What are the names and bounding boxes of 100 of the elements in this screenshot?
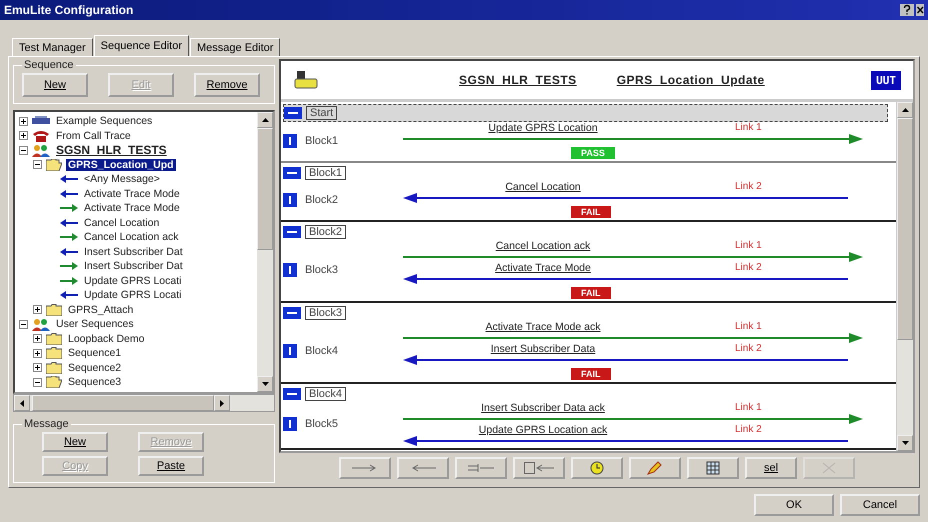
tree-item[interactable]: Insert Subscriber Dat (82, 246, 185, 258)
uut-badge: UUT (871, 70, 901, 90)
block-name: Block1 (305, 134, 338, 146)
left-arrow-icon (410, 464, 436, 472)
tree-item[interactable]: <Any Message> (82, 173, 162, 186)
grid-icon (706, 461, 720, 475)
collapse-icon[interactable] (33, 160, 42, 170)
tree-item[interactable]: From Call Trace (54, 130, 133, 142)
dialog-button[interactable]: Cancel (840, 494, 920, 516)
push-button[interactable]: Paste (138, 456, 204, 476)
link-label: Link 1 (735, 402, 762, 414)
tree-item[interactable]: Sequence3 (66, 376, 124, 388)
link-label: Link 2 (735, 424, 762, 436)
right-arrow-icon (60, 276, 78, 285)
toolbar-button[interactable]: sel (745, 457, 797, 479)
tree-item[interactable]: Sequence2 (66, 362, 124, 374)
message-label: Insert Subscriber Data (490, 343, 596, 355)
scroll-left-icon[interactable] (20, 400, 24, 406)
push-button[interactable]: Remove (194, 73, 260, 97)
block-label: Start (306, 106, 338, 120)
toolbar-button[interactable] (397, 457, 449, 479)
close-icon[interactable] (916, 4, 924, 16)
link-label: Link 1 (735, 122, 762, 134)
dialog-button[interactable]: OK (754, 494, 834, 516)
clock-icon (590, 461, 604, 475)
toolbar-button[interactable] (513, 457, 565, 479)
test-title: GPRS_Location_Update (616, 73, 765, 87)
block-start-icon (284, 107, 302, 119)
info-icon (283, 417, 297, 431)
block-arrow-icon (524, 462, 554, 474)
expand-icon[interactable] (33, 363, 42, 372)
block-label: Block1 (305, 166, 346, 180)
expand-icon[interactable] (33, 305, 42, 314)
tree-item[interactable]: Activate Trace Mode (82, 202, 182, 214)
expand-icon[interactable] (19, 116, 28, 126)
horizontal-scrollbar[interactable] (13, 394, 275, 412)
expand-icon[interactable] (33, 334, 42, 344)
tab[interactable]: Test Manager (12, 38, 93, 56)
tree-item[interactable]: SGSN_HLR_TESTS (54, 143, 169, 158)
left-arrow-icon (60, 190, 78, 198)
collapse-icon[interactable] (19, 146, 28, 155)
right-arrow-icon (60, 233, 78, 242)
toolbar-button[interactable] (629, 457, 681, 479)
sequence-title: SGSN_HLR_TESTS (459, 73, 577, 87)
folder-icon (46, 362, 62, 374)
branch-arrow-icon (468, 463, 494, 473)
toolbar-button[interactable] (455, 457, 507, 479)
message-label: Cancel Location (504, 181, 582, 193)
scroll-down-icon[interactable] (902, 441, 908, 445)
status-badge: FAIL (571, 368, 610, 380)
message-label: Update GPRS Location (487, 122, 599, 134)
block-name: Block2 (305, 194, 338, 206)
vertical-scrollbar[interactable] (257, 112, 273, 392)
scroll-down-icon[interactable] (262, 382, 268, 386)
folder-icon (46, 332, 62, 345)
block-start-icon (283, 167, 301, 179)
push-button[interactable]: New (42, 432, 108, 452)
status-badge: FAIL (571, 287, 610, 299)
push-button[interactable]: New (22, 73, 88, 97)
tree-item[interactable]: Insert Subscriber Dat (82, 260, 185, 272)
toolbar-button[interactable] (571, 457, 623, 479)
scroll-up-icon[interactable] (262, 118, 268, 122)
window-title: EmuLite Configuration (4, 3, 134, 17)
tree-item[interactable]: Sequence1 (66, 347, 124, 360)
scroll-right-icon[interactable] (220, 400, 224, 406)
block-label: Block2 (305, 225, 346, 239)
folder-icon (46, 304, 62, 316)
toolbar-button[interactable] (339, 457, 391, 479)
tree-item[interactable]: User Sequences (54, 318, 136, 330)
tree-item[interactable]: Cancel Location ack (82, 231, 181, 244)
message-label: Activate Trace Mode ack (484, 321, 602, 333)
help-icon[interactable] (900, 4, 914, 16)
tree-item[interactable]: GPRS_Attach (66, 304, 136, 316)
tree-item[interactable]: Loopback Demo (66, 332, 146, 345)
right-arrow-icon (352, 464, 378, 472)
edit-icon (647, 461, 663, 475)
block-start-icon (283, 307, 301, 319)
collapse-icon[interactable] (33, 378, 42, 387)
message-label: Activate Trace Mode (494, 262, 592, 274)
link-label: Link 2 (735, 181, 762, 193)
expand-icon[interactable] (33, 348, 42, 358)
vertical-scrollbar[interactable] (896, 102, 913, 451)
toolbar-button[interactable] (687, 457, 739, 479)
tree-item[interactable]: Cancel Location (82, 216, 162, 229)
tree-item[interactable]: GPRS_Location_Upd (66, 158, 176, 171)
collapse-icon[interactable] (19, 320, 28, 329)
tree-item[interactable]: Activate Trace Mode (82, 188, 182, 200)
tab[interactable]: Sequence Editor (94, 35, 189, 56)
info-icon (283, 262, 297, 276)
tree-item[interactable]: Update GPRS Locati (82, 289, 184, 302)
expand-icon[interactable] (19, 131, 28, 140)
folder-icon (46, 347, 62, 360)
status-badge: FAIL (571, 206, 610, 218)
tab[interactable]: Message Editor (190, 38, 280, 56)
open-folder-icon (46, 158, 62, 171)
tree-item[interactable]: Update GPRS Locati (82, 274, 184, 287)
group-label: Sequence (23, 59, 75, 71)
scroll-up-icon[interactable] (902, 108, 908, 112)
tree-item[interactable]: Example Sequences (54, 115, 154, 128)
info-icon (283, 192, 297, 206)
